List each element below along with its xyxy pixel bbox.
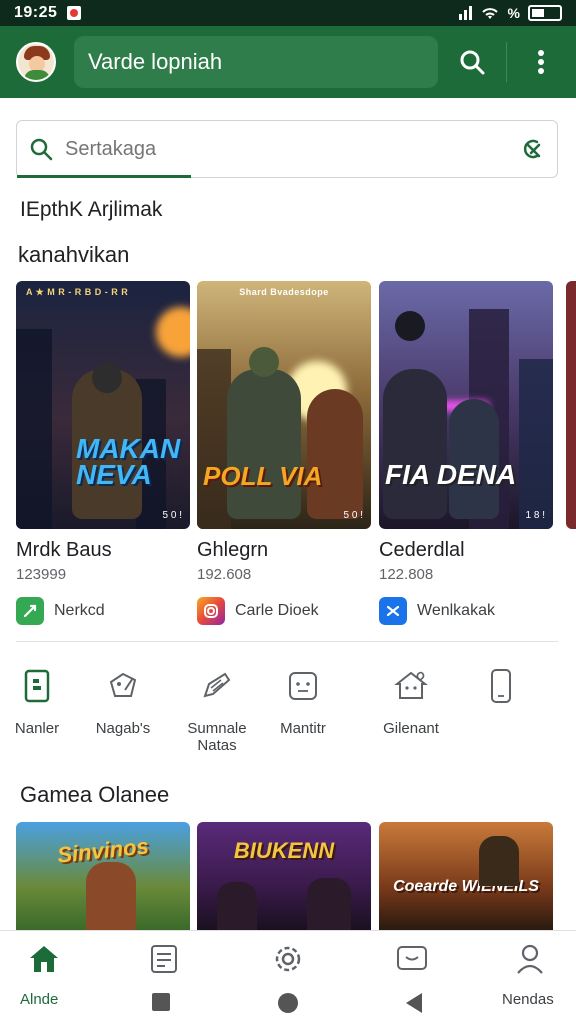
game-title: Mrdk Baus [16,539,112,561]
status-bar: 19:25 % [0,0,576,26]
list-document-icon [144,941,184,977]
notification-icon [67,6,82,20]
nav-home[interactable] [4,941,84,977]
nav-account[interactable] [490,941,570,977]
house-heart-icon [391,666,431,706]
art-badge: 5 0 ! [343,510,363,521]
game-card[interactable]: BIUKENN [197,822,371,930]
game-artwork[interactable]: FIA DENA 1 8 ! [379,281,553,529]
category-label: Gilenant [383,720,439,737]
publisher-logo-icon [16,597,44,625]
search-focus-underline [17,175,191,178]
subsection-heading: kanahvikan [18,242,130,267]
signal-icon [458,6,472,20]
publisher-logo-icon [379,597,407,625]
games-heading: Gamea Olanee [20,782,170,807]
featured-carousel[interactable]: A ★ M R - R B D - R R MAKAN NEVA 5 0 ! M… [16,281,576,631]
phone-outline-icon [481,666,521,706]
category-label: Nagab's [95,720,151,737]
game-artwork[interactable] [566,281,576,529]
featured-card[interactable]: A ★ M R - R B D - R R MAKAN NEVA 5 0 ! M… [16,281,190,625]
category-item[interactable]: Sumnale Natas [172,666,262,754]
featured-card[interactable]: Shard Bvadesdope POLL VIA 5 0 ! Ghlegrn … [197,281,371,625]
art-badge: 5 0 ! [162,510,182,521]
featured-card-partial[interactable] [566,281,576,529]
app-bar: Varde lopniah [0,26,576,98]
recent-apps-icon[interactable] [152,993,170,1011]
gear-icon [268,941,308,977]
search-input[interactable] [65,137,485,161]
battery-icon [528,5,562,21]
app-title-text: Varde lopniah [88,49,223,74]
game-card[interactable]: Sinvinos [16,822,190,930]
publisher-name: Nerkcd [54,602,105,619]
publisher-logo-icon [197,597,225,625]
art-tagline: Shard Bvadesdope [239,287,329,297]
nav-library[interactable] [124,941,204,977]
section-heading: IEpthK Arjlimak [20,198,163,221]
game-count: 122.808 [379,566,434,583]
game-artwork[interactable]: Shard Bvadesdope POLL VIA 5 0 ! [197,281,371,529]
art-logo: FIA DENA [385,459,517,491]
more-options-icon[interactable] [523,44,559,80]
game-card-logo: Coearde WIENEILS [393,878,539,895]
search-icon [30,138,53,161]
game-count: 123999 [16,566,67,583]
battery-percent: % [507,5,520,21]
app-bar-divider [506,42,507,82]
clear-search-icon[interactable] [517,135,545,163]
search-icon[interactable] [454,44,490,80]
publisher-row[interactable]: Carle Dioek [197,597,371,625]
app-bar-title[interactable]: Varde lopniah [74,36,438,88]
category-item[interactable]: Nagab's [78,666,168,737]
back-icon[interactable] [406,993,422,1013]
category-item[interactable] [456,666,546,720]
game-count: 192.608 [197,566,252,583]
home-system-icon[interactable] [278,993,298,1013]
pencil-note-icon [197,666,237,706]
art-badge: 1 8 ! [525,510,545,521]
avatar[interactable] [16,42,56,82]
game-title: Cederdlal [379,539,465,561]
game-title: Ghlegrn [197,539,269,561]
category-item[interactable]: Nanler [0,666,82,737]
status-time: 19:25 [14,4,58,21]
publisher-name: Wenlkakak [417,602,495,619]
nav-account-label: Nendas [502,991,554,1008]
nav-home-label: Alnde [20,991,59,1008]
category-label: Nanler [14,720,60,737]
category-label: Sumnale Natas [187,720,247,754]
person-icon [510,941,550,977]
publisher-row[interactable]: Nerkcd [16,597,190,625]
game-card[interactable]: Coearde WIENEILS [379,822,553,930]
search-bar[interactable] [16,120,558,178]
tag-edit-icon [103,666,143,706]
games-carousel[interactable]: Sinvinos BIUKENN Coearde WIENEILS [16,822,576,930]
bottom-navigation: Alnde Nendas [0,930,576,1024]
category-item[interactable]: Gilenant [366,666,456,737]
category-item[interactable]: Mantitr [258,666,348,737]
home-icon [24,941,64,977]
featured-card[interactable]: FIA DENA 1 8 ! Cederdlal 122.808 Wenlkak… [379,281,553,625]
face-box-icon [283,666,323,706]
art-logo: POLL VIA [203,461,323,492]
nav-settings[interactable] [248,941,328,977]
game-card-logo: BIUKENN [233,838,335,863]
publisher-name: Carle Dioek [235,602,319,619]
chat-box-icon [392,941,432,977]
game-artwork[interactable]: A ★ M R - R B D - R R MAKAN NEVA 5 0 ! [16,281,190,529]
phone-card-icon [17,666,57,706]
category-label: Mantitr [280,720,326,737]
art-logo: MAKAN NEVA [76,432,181,491]
publisher-row[interactable]: Wenlkakak [379,597,553,625]
section-divider [16,641,558,642]
art-tagline: A ★ M R - R B D - R R [26,287,129,297]
category-row: Nanler Nagab's Sumnale Natas Mantitr Gil… [0,666,576,766]
wifi-icon [481,8,498,19]
nav-messages[interactable] [372,941,452,977]
